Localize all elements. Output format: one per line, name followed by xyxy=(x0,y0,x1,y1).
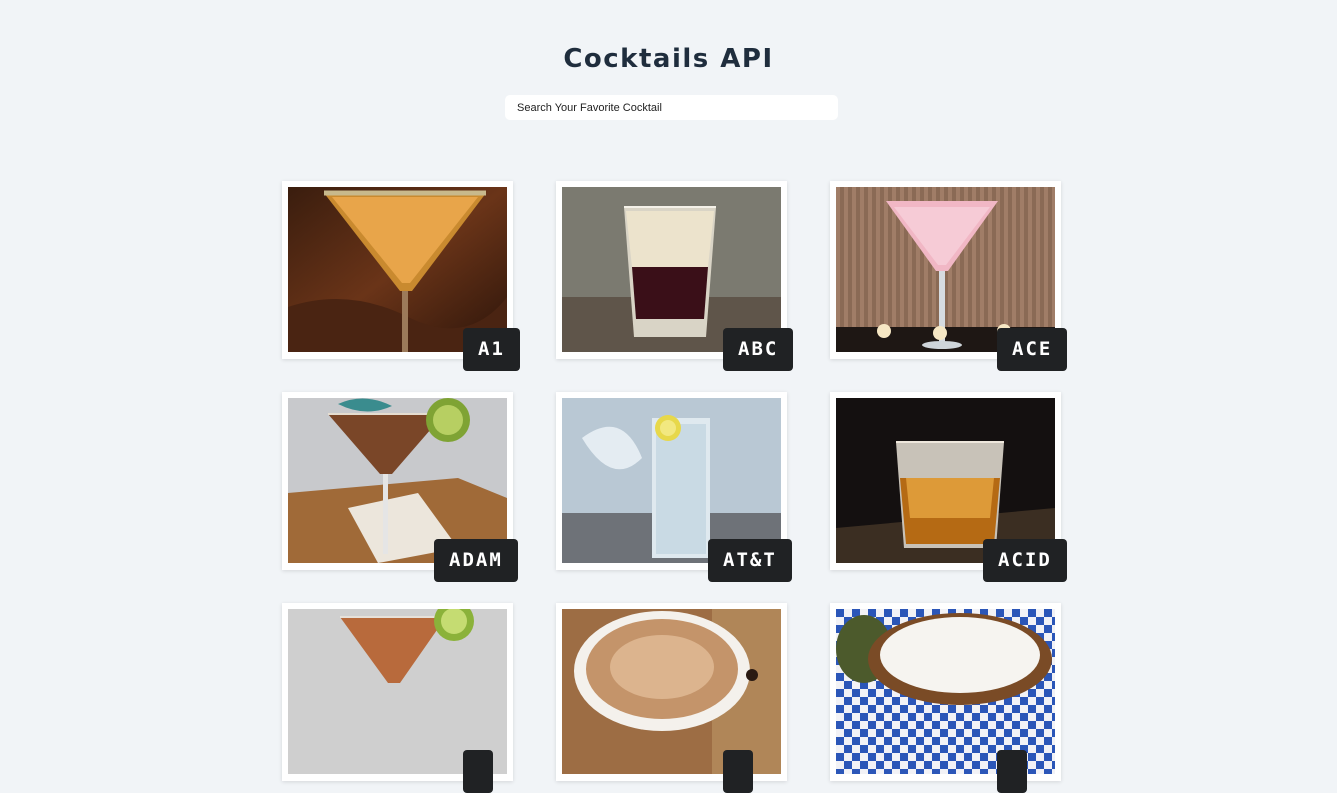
cocktail-name[interactable]: ADAM xyxy=(434,539,518,582)
cocktail-name[interactable]: A1 xyxy=(463,328,520,371)
cocktail-name[interactable] xyxy=(723,750,753,793)
cocktail-name[interactable] xyxy=(463,750,493,793)
cocktail-name[interactable]: ABC xyxy=(723,328,794,371)
cocktail-name[interactable]: AT&T xyxy=(708,539,792,582)
cocktail-name[interactable] xyxy=(997,750,1027,793)
cocktail-name[interactable]: ACID xyxy=(983,539,1067,582)
cocktail-grid: A1 ABC ACE ADAM AT&T ACID xyxy=(0,0,1337,793)
cocktail-name[interactable]: ACE xyxy=(997,328,1068,371)
